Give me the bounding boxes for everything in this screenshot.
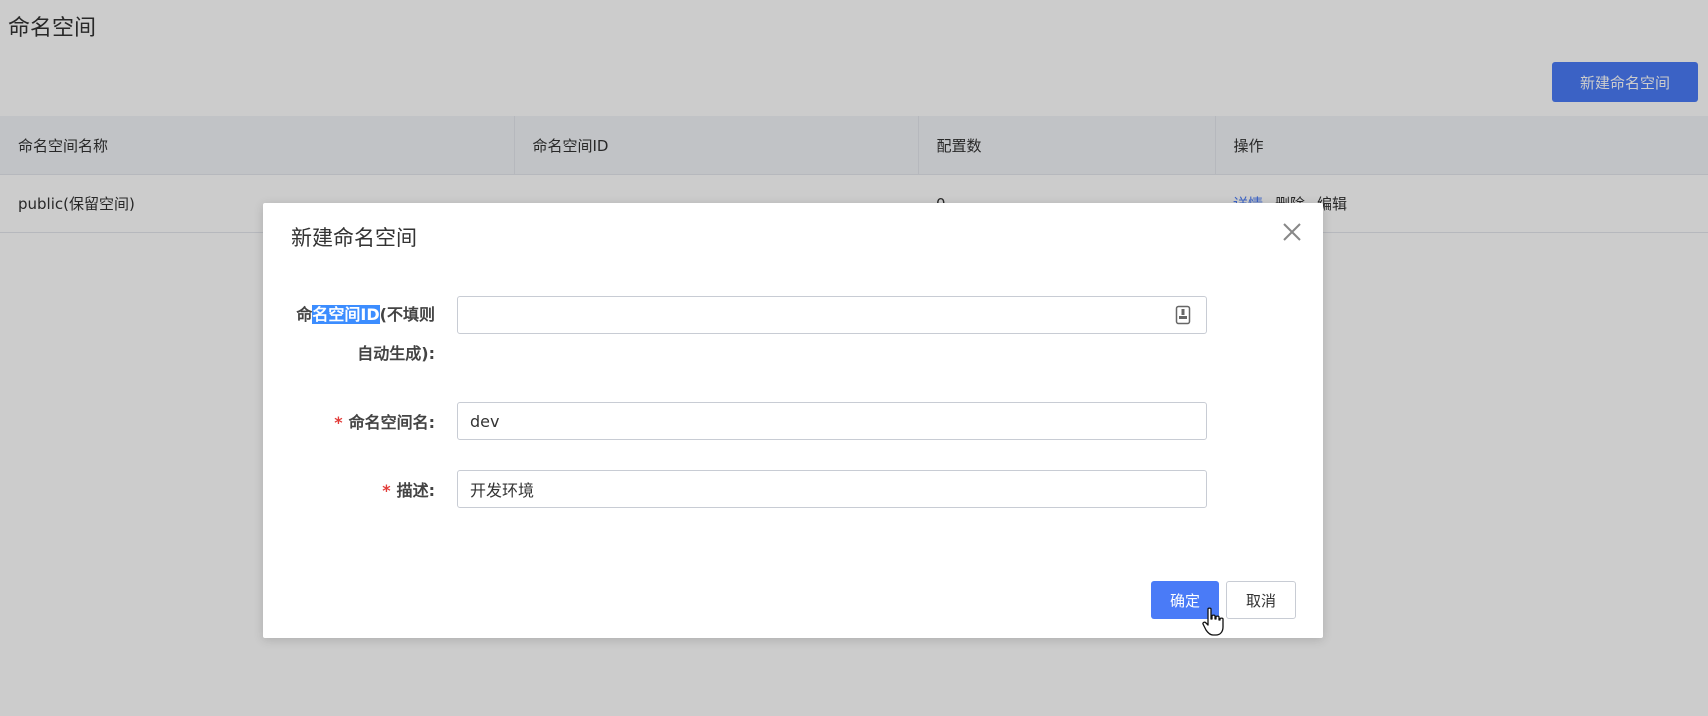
- create-namespace-dialog: 新建命名空间 命名空间ID(不填则 自动生成): * 命名空间名: * 描述: 确定…: [263, 203, 1323, 638]
- namespace-id-input[interactable]: [457, 296, 1207, 334]
- namespace-id-label-prefix: 命: [296, 305, 313, 324]
- namespace-name-label: * 命名空间名:: [334, 412, 435, 434]
- description-label-text: 描述:: [396, 481, 435, 500]
- namespace-id-label-line2: 自动生成):: [357, 344, 435, 363]
- confirm-button[interactable]: 确定: [1151, 581, 1219, 619]
- password-manager-icon[interactable]: [1175, 305, 1191, 325]
- namespace-name-label-text: 命名空间名:: [348, 413, 435, 432]
- namespace-id-label: 命名空间ID(不填则: [296, 304, 435, 326]
- namespace-name-input[interactable]: [457, 402, 1207, 440]
- close-icon[interactable]: [1279, 219, 1305, 245]
- required-mark: *: [334, 413, 343, 432]
- required-mark: *: [382, 481, 391, 500]
- description-label: * 描述:: [382, 480, 435, 502]
- description-input[interactable]: [457, 470, 1207, 508]
- dialog-title: 新建命名空间: [291, 226, 417, 250]
- namespace-id-label-selected: 名空间ID: [312, 305, 380, 324]
- namespace-id-label-suffix: (不填则: [379, 305, 435, 324]
- cancel-button[interactable]: 取消: [1226, 581, 1296, 619]
